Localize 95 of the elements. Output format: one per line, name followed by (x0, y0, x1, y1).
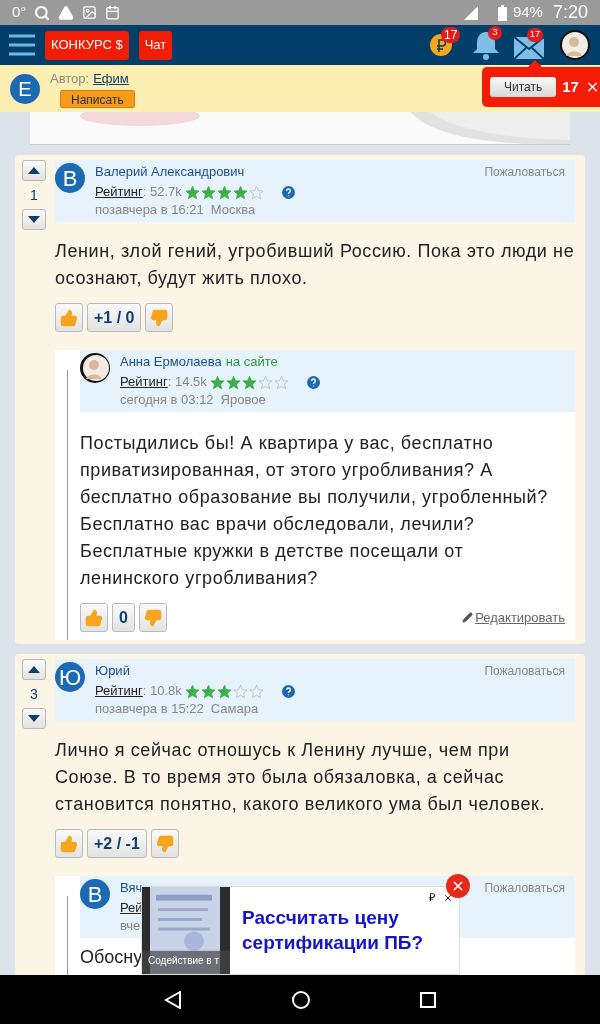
comment-date: сегодня в 03:12 (120, 391, 214, 409)
rating-value: : 10.8k (142, 682, 182, 700)
upvote-button[interactable] (22, 659, 46, 680)
comment-city: Яровое (220, 391, 266, 409)
filled-star-icon (184, 683, 200, 699)
author-name[interactable]: Вяч (120, 879, 143, 897)
rating-value: : 14.5k (167, 373, 207, 391)
thumbs-down-icon (143, 608, 162, 627)
filled-star-icon (216, 683, 232, 699)
ad-title: Рассчитать цену сертификации ПБ? (242, 906, 425, 955)
empty-star-icon (273, 374, 289, 390)
down-arrow-icon (28, 216, 40, 223)
down-arrow-icon (28, 715, 40, 722)
downvote-button[interactable] (22, 209, 46, 230)
edit-link[interactable]: Редактировать (475, 607, 565, 628)
filled-star-icon (216, 184, 232, 200)
read-button[interactable]: Читать (490, 77, 557, 97)
calendar-icon (105, 5, 121, 20)
notification-badge: 3 (488, 26, 502, 40)
signal-icon (463, 5, 478, 20)
home-icon[interactable] (292, 990, 310, 1009)
vote-score[interactable]: +1 / 0 (87, 303, 142, 332)
author-name[interactable]: Анна Ермолаева (120, 353, 222, 371)
downvote-button[interactable] (22, 708, 46, 729)
close-icon (451, 879, 465, 893)
coin-badge: 17 (441, 27, 461, 43)
pencil-icon (462, 612, 474, 623)
comment-text: Ленин, злой гений, угробивший Россию. Пока это люди не осознают, будут жить плохо. (55, 240, 575, 290)
vote-score[interactable]: 0 (112, 603, 135, 632)
up-arrow-icon (28, 666, 40, 673)
online-status: на сайте (225, 353, 278, 371)
upvote-button[interactable] (22, 160, 46, 181)
comment-date: позавчера в 15:22 (95, 700, 204, 718)
rating-value: : 52.7k (142, 183, 182, 201)
image-icon (82, 5, 98, 20)
message-count: 17 (562, 76, 579, 97)
author-name[interactable]: Валерий Александрович (95, 163, 245, 181)
author-link[interactable]: Ефим (93, 69, 129, 88)
vote-count: 3 (30, 686, 38, 702)
rating-link[interactable]: Рейтинг (95, 682, 143, 700)
back-icon[interactable] (164, 990, 182, 1009)
filled-star-icon (241, 374, 257, 390)
battery-icon (497, 4, 507, 21)
up-arrow-icon (28, 167, 40, 174)
comment-text: Лично я сейчас отношусь к Ленину лучше, чем при Союзе. В то время это была обязаловка, а сейчас становится понятно, какого великого ума был человек. (55, 739, 547, 816)
nav-button[interactable]: Чат (138, 30, 173, 60)
battery-level: 94% (512, 2, 543, 23)
envelope-icon[interactable] (514, 37, 544, 59)
menu-icon[interactable] (9, 34, 35, 56)
comment-text: Обосну (80, 946, 143, 968)
filled-star-icon (200, 184, 216, 200)
ad-caption: Содействие в т (148, 954, 220, 968)
vote-score[interactable]: +2 / -1 (87, 829, 147, 858)
filled-star-icon (200, 683, 216, 699)
write-button[interactable]: Написать (60, 89, 135, 108)
recents-icon[interactable] (420, 991, 436, 1008)
close-icon[interactable] (443, 893, 453, 903)
filled-star-icon (232, 184, 248, 200)
message-badge: 17 (527, 28, 543, 42)
temperature: 0° (12, 2, 27, 23)
comment-text: Постыдились бы! А квартира у вас, бесплатно приватизированная, от этого угробливания? А бесплатно образование вы получили, угробленный? Бесплатно вас врачи обследовали, лечили? Бесплатные кружки в детстве посещали от ленинского угробливания? (80, 432, 549, 590)
thumbs-up-icon (60, 308, 78, 327)
author-name[interactable]: Юрий (95, 662, 130, 680)
clock: 7:20 (552, 1, 588, 24)
thumbs-down-icon (155, 834, 174, 853)
warning-icon (58, 4, 75, 21)
author-avatar: Е (10, 73, 40, 104)
comment-city: Самара (210, 700, 259, 718)
comment-date: вче (120, 917, 141, 935)
search-icon (34, 4, 51, 21)
help-icon[interactable] (281, 684, 295, 698)
avatar: Ю (55, 662, 85, 692)
empty-star-icon (248, 683, 264, 699)
avatar (80, 353, 110, 383)
vote-count: 1 (30, 187, 38, 203)
filled-star-icon (209, 374, 225, 390)
currency-sign: ₽ (429, 890, 435, 905)
nav-button[interactable]: КОНКУРС $ (45, 30, 129, 60)
ad-banner[interactable]: Содействие в т Рассчитать цену сертификации ПБ? ₽ (141, 886, 460, 975)
help-icon[interactable] (306, 375, 320, 389)
rating-link[interactable]: Рейтинг (95, 183, 143, 201)
help-icon[interactable] (281, 185, 295, 199)
thumbs-down-icon (150, 308, 169, 327)
comment-date: позавчера в 16:21 (95, 201, 204, 219)
thumbs-up-icon (85, 608, 103, 627)
thumbs-up-icon (60, 834, 78, 853)
author-label: Автор: (50, 69, 90, 88)
filled-star-icon (225, 374, 241, 390)
comment-city: Москва (210, 201, 256, 219)
filled-star-icon (184, 184, 200, 200)
avatar: В (55, 163, 85, 193)
user-avatar[interactable] (560, 30, 590, 60)
rating-link[interactable]: Рейтинг (120, 373, 168, 391)
avatar: В (80, 879, 110, 909)
bell-icon[interactable] (472, 30, 500, 60)
